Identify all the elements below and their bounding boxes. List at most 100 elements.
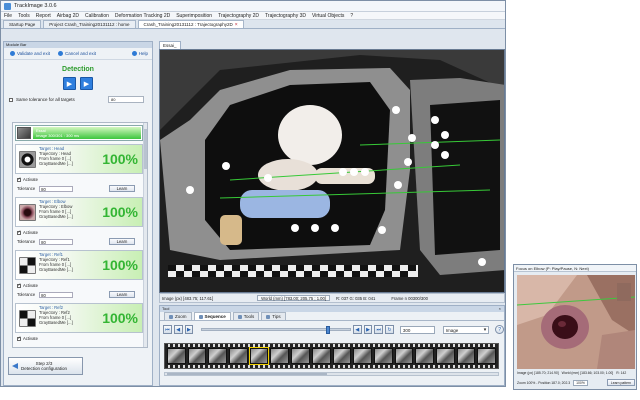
tool-panel: Tool × Zoom Sequence Tools Tips ⏮ ◀ ▶ ◀ ▶… <box>159 305 505 386</box>
loop-button[interactable]: ↻ <box>385 325 394 334</box>
film-icon <box>198 314 203 319</box>
menu-tools[interactable]: Tools <box>18 13 30 19</box>
film-frame[interactable] <box>187 348 207 364</box>
film-perforation <box>165 365 498 368</box>
scrollbar-thumb[interactable] <box>144 129 147 169</box>
tab-sequence[interactable]: Sequence <box>193 312 231 320</box>
step-forward-button[interactable]: ▶ <box>363 325 373 334</box>
activate-label: Activate <box>23 336 38 341</box>
step-back-button[interactable]: Step 2/3 Detection configuration <box>8 357 83 375</box>
tab-tips[interactable]: Tips <box>261 312 286 320</box>
menu-deformation[interactable]: Deformation Tracking 2D <box>115 13 170 19</box>
tolerance-input[interactable]: 80 <box>39 185 74 192</box>
first-frame-button[interactable]: ⏮ <box>163 325 172 334</box>
menu-trajectography-2d[interactable]: Trajectography 2D <box>218 13 259 19</box>
menu-calibration[interactable]: Calibration <box>85 13 109 19</box>
sequence-item[interactable]: Essai Image 300/301 : 300 ms <box>15 125 143 141</box>
close-icon[interactable]: × <box>499 306 501 312</box>
tab-tools[interactable]: Tools <box>232 312 260 320</box>
help-icon[interactable]: ? <box>495 325 504 334</box>
step-back-button[interactable]: ◀ <box>352 325 362 334</box>
last-frame-button[interactable]: ⏭ <box>374 325 384 334</box>
cancel-button[interactable]: Cancel and exit <box>57 51 96 56</box>
menu-report[interactable]: Report <box>36 13 51 19</box>
menu-virtual-objects[interactable]: Virtual Objects <box>312 13 344 19</box>
help-label: Help <box>138 51 148 56</box>
film-frame[interactable] <box>291 348 310 364</box>
tab-trajectography2d[interactable]: Crash_Training20131112 : Trajectography2… <box>137 20 244 28</box>
film-frame[interactable] <box>167 348 186 364</box>
play-backward-button[interactable]: ▶ <box>63 77 76 90</box>
validate-button[interactable]: Validate and exit <box>10 51 50 56</box>
tab-startup-page[interactable]: Startup Page <box>3 20 42 28</box>
film-frame[interactable] <box>248 347 270 365</box>
learn-button[interactable]: Learn <box>109 291 135 298</box>
target-item-ref1: Target : Ref1 Trajectory : Ref1 From fra… <box>15 250 143 301</box>
target-info: Target : Ref2 Trajectory : Ref2 From fra… <box>39 305 73 332</box>
filmstrip[interactable] <box>164 343 499 369</box>
target-card[interactable]: Target : Elbow Trajectory : Elbow From f… <box>15 197 143 227</box>
menu-trajectography-3d[interactable]: Trajectography 3D <box>265 13 306 19</box>
filmstrip-scrollbar[interactable] <box>164 372 499 376</box>
zoom-rgb: R: 142 <box>616 371 627 375</box>
film-frame[interactable] <box>311 348 331 364</box>
zoom-image[interactable] <box>517 275 635 369</box>
slider-knob[interactable] <box>325 326 330 334</box>
menu-airbag[interactable]: Airbag 2D <box>57 13 79 19</box>
zoom-window: Focus on Elbow (P: Play/Pause, N: Next) … <box>513 264 637 390</box>
film-frame[interactable] <box>353 348 372 364</box>
target-list-scrollbar[interactable] <box>143 123 147 347</box>
target-card[interactable]: Target : Ref1 Trajectory : Ref1 From fra… <box>15 250 143 280</box>
tab-zoom[interactable]: Zoom <box>164 312 192 320</box>
sequence-thumbnail <box>17 127 31 139</box>
learn-button[interactable]: Learn <box>109 238 135 245</box>
activate-checkbox[interactable] <box>17 335 21 341</box>
film-frame[interactable] <box>394 348 414 364</box>
film-frame[interactable] <box>456 348 476 364</box>
film-frame[interactable] <box>477 348 496 364</box>
film-frame[interactable] <box>332 348 352 364</box>
frame-number-input[interactable]: 300 <box>399 325 435 334</box>
scrollbar-thumb[interactable] <box>167 373 327 375</box>
same-tolerance-input[interactable]: 80 <box>108 96 144 103</box>
play-button[interactable]: ▶ <box>184 325 194 334</box>
play-icon: ▶ <box>83 80 90 88</box>
activate-checkbox[interactable] <box>17 229 21 235</box>
main-window: TrackImage 3.0.6 File Tools Report Airba… <box>0 0 506 387</box>
tab-project-home[interactable]: Project Crash_Training20131112 : home <box>43 20 136 28</box>
film-frame[interactable] <box>208 348 228 364</box>
same-tolerance-checkbox[interactable] <box>9 97 13 102</box>
activate-checkbox[interactable] <box>17 282 21 288</box>
menu-file[interactable]: File <box>4 13 12 19</box>
menu-superimposition[interactable]: Superimposition <box>176 13 212 19</box>
learn-pattern-button[interactable]: Learn pattern <box>606 379 635 386</box>
tolerance-input[interactable]: 80 <box>39 291 74 298</box>
target-thumbnail <box>19 257 36 274</box>
help-button[interactable]: Help <box>131 51 148 56</box>
play-backward-button[interactable]: ◀ <box>173 325 183 334</box>
menu-help[interactable]: ? <box>350 13 353 19</box>
learn-button[interactable]: Learn <box>109 185 135 192</box>
display-mode-select[interactable]: Image <box>442 325 490 334</box>
activate-label: Activate <box>23 283 38 288</box>
tolerance-input[interactable]: 80 <box>39 238 74 245</box>
tolerance-row: Tolerance 80 Learn <box>17 185 143 192</box>
zoom-level-select[interactable]: 100% <box>573 379 588 386</box>
video-viewer[interactable] <box>159 49 505 293</box>
viewer-tab[interactable]: Essai_ <box>159 41 181 49</box>
target-card[interactable]: Target : Head Trajectory : Head From fra… <box>15 144 143 174</box>
film-frame[interactable] <box>373 348 393 364</box>
close-icon[interactable]: × <box>235 22 238 28</box>
target-percent: 100% <box>102 204 138 220</box>
title-bar: TrackImage 3.0.6 <box>1 1 505 12</box>
detection-title: Detection <box>62 66 94 73</box>
frame-slider[interactable] <box>201 326 351 334</box>
film-frame[interactable] <box>229 348 248 364</box>
activate-checkbox[interactable] <box>17 176 21 182</box>
film-frame[interactable] <box>270 348 290 364</box>
target-card[interactable]: Target : Ref2 Trajectory : Ref2 From fra… <box>15 303 143 333</box>
arrow-left-icon <box>12 363 18 369</box>
play-forward-button[interactable]: ▶ <box>80 77 93 90</box>
film-frame[interactable] <box>435 348 455 364</box>
film-frame[interactable] <box>415 348 434 364</box>
